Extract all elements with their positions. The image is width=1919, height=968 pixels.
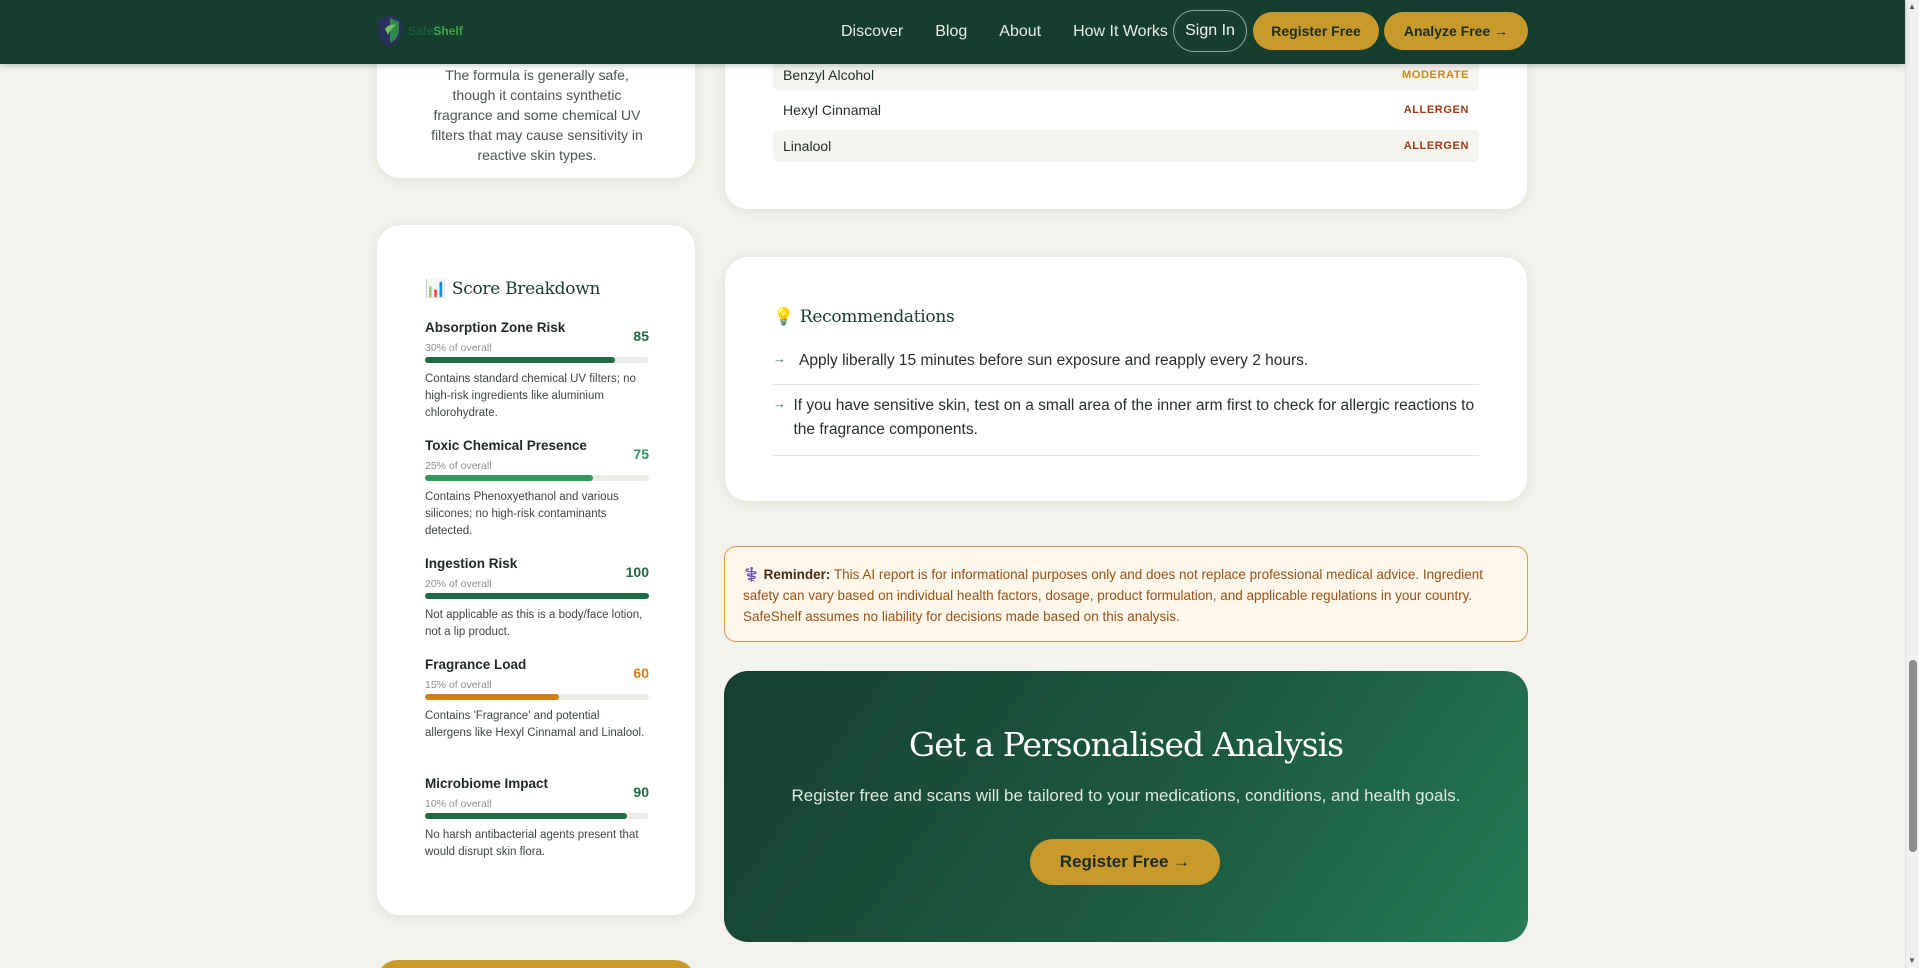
ingredient-tag: ALLERGEN: [1403, 140, 1469, 152]
score-item-desc: No harsh antibacterial agents present th…: [425, 829, 639, 858]
score-item-desc: Contains Phenoxyethanol and various sili…: [425, 491, 619, 537]
score-item-name: Microbiome Impact: [425, 776, 549, 791]
logo-text-part2: Shelf: [433, 24, 463, 38]
cta-subtitle: Register free and scans will be tailored…: [791, 786, 1461, 805]
score-bar-fill: [425, 813, 627, 819]
score-item-value: 90: [633, 784, 649, 800]
score-bar: [425, 694, 649, 700]
reminder-text: This AI report is for informational purp…: [743, 567, 1483, 624]
top-nav-bar: SafeShelf Discover Blog About How It Wor…: [0, 0, 1905, 64]
sign-in-button[interactable]: Sign In: [1173, 10, 1247, 52]
score-item-desc: Contains standard chemical UV filters; n…: [425, 373, 636, 419]
nav-how-it-works[interactable]: How It Works: [1073, 23, 1168, 41]
score-breakdown-card: 📊 Score Breakdown Absorption Zone Risk 8…: [376, 224, 696, 916]
arrow-right-icon: →: [773, 351, 786, 366]
nav-about[interactable]: About: [999, 23, 1041, 41]
score-item-name: Ingestion Risk: [425, 556, 518, 571]
recommendations-card: 💡 Recommendations → Apply liberally 15 m…: [724, 256, 1528, 502]
arrow-right-icon: →: [773, 396, 786, 411]
score-item-weight: 15% of overall: [425, 679, 492, 691]
analyze-free-button[interactable]: Analyze Free →: [1384, 12, 1528, 50]
score-bar: [425, 813, 649, 819]
disclaimer-reminder: ⚕️ Reminder: This AI report is for infor…: [724, 546, 1528, 642]
score-item-value: 60: [633, 665, 649, 681]
score-bar: [425, 475, 649, 481]
recommendation-text: Apply liberally 15 minutes before sun ex…: [799, 352, 1309, 369]
cta-register-button[interactable]: Register Free →: [1030, 839, 1220, 885]
logo[interactable]: SafeShelf: [376, 14, 463, 48]
nav-discover[interactable]: Discover: [841, 23, 903, 41]
ingredient-tag: ALLERGEN: [1403, 104, 1469, 116]
score-bar-fill: [425, 357, 616, 363]
summary-text: The formula is generally safe, though it…: [431, 67, 643, 163]
register-free-button[interactable]: Register Free: [1253, 12, 1379, 50]
ingredient-name: Linalool: [783, 138, 832, 154]
bar-chart-icon: 📊: [425, 279, 446, 299]
score-item-name: Absorption Zone Risk: [425, 320, 566, 335]
score-item-desc: Not applicable as this is a body/face lo…: [425, 609, 643, 638]
reminder-label: Reminder:: [763, 567, 831, 582]
score-bar-fill: [425, 593, 649, 599]
scroll-up-arrow-icon[interactable]: ▲: [1908, 2, 1916, 11]
score-item-name: Toxic Chemical Presence: [425, 438, 587, 453]
score-item-desc: Contains 'Fragrance' and potential aller…: [425, 710, 645, 739]
recommendations-title: Recommendations: [799, 307, 955, 327]
cta-title: Get a Personalised Analysis: [908, 725, 1344, 764]
score-item-value: 100: [625, 564, 649, 580]
score-item-weight: 30% of overall: [425, 342, 492, 354]
recommendations-heading: 💡 Recommendations: [773, 307, 955, 327]
score-item-microbiome: Microbiome Impact 90 10% of overall No h…: [425, 776, 649, 861]
shield-logo-icon: [378, 15, 402, 47]
score-item-toxic: Toxic Chemical Presence 75 25% of overal…: [425, 438, 649, 540]
page-scrollbar[interactable]: ▲ ▼: [1905, 0, 1919, 968]
personalised-analysis-cta: Get a Personalised Analysis Register fre…: [724, 671, 1528, 942]
next-card-edge: [376, 960, 696, 968]
score-item-ingestion: Ingestion Risk 100 20% of overall Not ap…: [425, 556, 649, 641]
ingredient-row: Hexyl Cinnamal ALLERGEN: [773, 94, 1479, 126]
main-nav: Discover Blog About How It Works: [841, 0, 1200, 64]
score-item-name: Fragrance Load: [425, 657, 527, 672]
score-item-weight: 20% of overall: [425, 578, 492, 590]
recommendation-item: → Apply liberally 15 minutes before sun …: [773, 349, 1479, 385]
score-bar-fill: [425, 475, 593, 481]
score-breakdown-title: Score Breakdown: [451, 279, 601, 299]
score-item-value: 75: [633, 446, 649, 462]
logo-text-part1: Safe: [408, 24, 434, 38]
nav-blog[interactable]: Blog: [935, 23, 967, 41]
recommendation-item: → If you have sensitive skin, test on a …: [773, 394, 1479, 456]
ingredient-name: Hexyl Cinnamal: [783, 102, 882, 118]
score-item-weight: 10% of overall: [425, 798, 492, 810]
recommendation-text: If you have sensitive skin, test on a sm…: [793, 397, 1475, 438]
score-item-absorption: Absorption Zone Risk 85 30% of overall C…: [425, 320, 649, 422]
ingredient-row: Linalool ALLERGEN: [773, 130, 1479, 162]
scroll-down-arrow-icon[interactable]: ▼: [1908, 956, 1916, 965]
score-bar: [425, 593, 649, 599]
logo-text: SafeShelf: [408, 24, 463, 38]
score-item-fragrance: Fragrance Load 60 15% of overall Contain…: [425, 657, 649, 742]
score-item-value: 85: [633, 328, 649, 344]
ingredient-name: Benzyl Alcohol: [783, 67, 875, 83]
score-bar: [425, 357, 649, 363]
score-breakdown-heading: 📊 Score Breakdown: [425, 279, 600, 299]
score-item-weight: 25% of overall: [425, 460, 492, 472]
medical-icon: ⚕️: [743, 567, 760, 582]
ingredient-tag: MODERATE: [1402, 69, 1469, 81]
score-bar-fill: [425, 694, 560, 700]
lightbulb-icon: 💡: [773, 307, 794, 327]
scrollbar-thumb[interactable]: [1909, 660, 1917, 852]
